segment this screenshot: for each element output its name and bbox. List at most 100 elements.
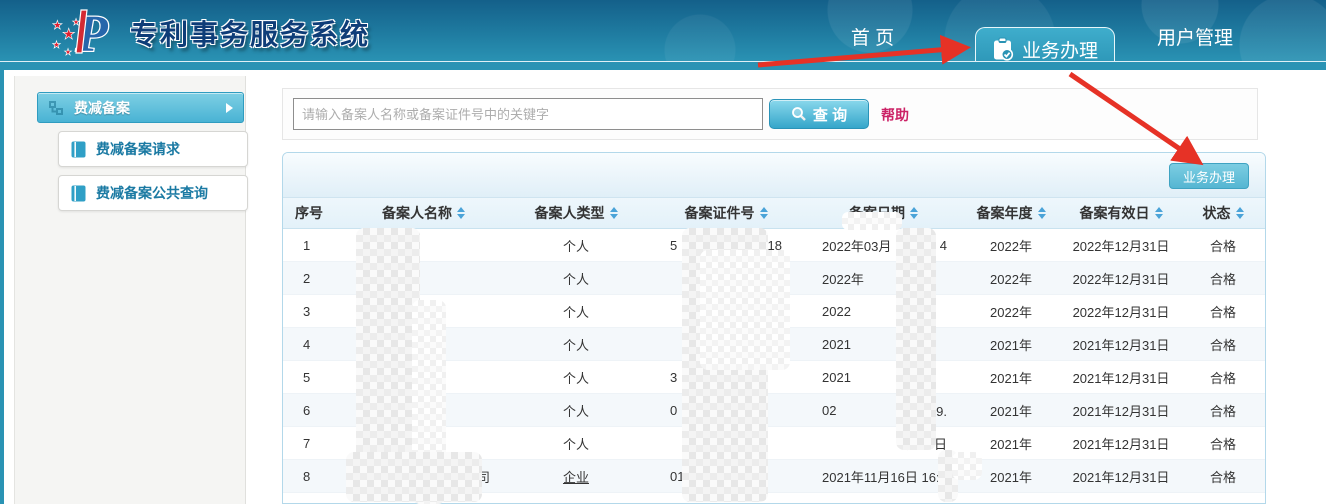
cell-date: 2022年03月 4 — [806, 236, 961, 255]
sort-icon[interactable] — [610, 207, 618, 219]
cell-status: 合格 — [1181, 401, 1265, 420]
cell-seq: 4 — [283, 337, 341, 352]
cell-date: 02月19. — [806, 401, 961, 420]
column-header-备案人名称[interactable]: 备案人名称 — [341, 203, 506, 223]
cell-valid: 2021年12月31日 — [1061, 467, 1181, 486]
app-header: P ★ ★ ★ ★ ★ 专利事务服务系统 首 页 业务办理 用户管理 — [0, 0, 1326, 62]
cell-status: 合格 — [1181, 434, 1265, 453]
table-header-row: 序号 备案人名称 备案人类型 备案证件号 备案日期 备案年度 备案有效日 状态 — [283, 198, 1265, 229]
cell-year: 2022年 — [961, 302, 1061, 321]
redaction-blob — [842, 212, 902, 230]
nav-tab-user[interactable]: 用户管理 — [1135, 0, 1255, 62]
search-panel: 查 询 帮助 — [282, 88, 1258, 140]
cell-date: 2022年 — [806, 269, 961, 288]
cell-valid: 2021年12月31日 — [1061, 500, 1181, 504]
cell-type: 个人 — [506, 401, 646, 420]
cell-status: 合格 — [1181, 500, 1265, 504]
cell-type: 个人 — [506, 236, 646, 255]
sort-icon[interactable] — [1236, 207, 1244, 219]
column-header-备案证件号[interactable]: 备案证件号 — [646, 203, 806, 223]
cell-year: 2021年 — [961, 434, 1061, 453]
page-title: 专利事务服务系统 — [130, 13, 370, 53]
cell-valid: 2022年12月31日 — [1061, 302, 1181, 321]
sidebar-item-fee-reduction-request[interactable]: 费减备案请求 — [58, 131, 248, 167]
cell-status: 合格 — [1181, 467, 1265, 486]
svg-text:★: ★ — [62, 26, 75, 43]
redaction-blob — [896, 228, 936, 450]
cell-type: 个人 — [506, 335, 646, 354]
cell-valid: 2022年12月31日 — [1061, 269, 1181, 288]
cell-seq: 5 — [283, 370, 341, 385]
cell-status: 合格 — [1181, 236, 1265, 255]
cell-fragment: 02 — [822, 403, 836, 418]
nav-tab-home[interactable]: 首 页 — [830, 0, 915, 62]
business-handle-button[interactable]: 业务办理 — [1169, 163, 1249, 189]
svg-text:★: ★ — [52, 40, 61, 51]
cell-year: 2022年 — [961, 236, 1061, 255]
cell-fragment: 2021年11月16日 16: — [822, 467, 940, 486]
cell-fragment: 0 — [670, 403, 677, 418]
cell-fragment: 3 — [670, 370, 677, 385]
column-header-备案有效日[interactable]: 备案有效日 — [1061, 203, 1181, 223]
redaction-blob — [346, 452, 482, 502]
search-button[interactable]: 查 询 — [769, 99, 869, 129]
cell-fragment: 2022 — [822, 304, 851, 319]
magnifier-icon — [791, 106, 807, 122]
cell-seq: 1 — [283, 238, 341, 253]
column-header-状态[interactable]: 状态 — [1181, 203, 1265, 223]
cell-seq: 7 — [283, 436, 341, 451]
cell-status: 合格 — [1181, 302, 1265, 321]
sort-icon[interactable] — [760, 207, 768, 219]
sort-icon[interactable] — [910, 207, 918, 219]
sort-icon[interactable] — [1155, 207, 1163, 219]
cell-fragment: 2021 — [822, 337, 851, 352]
cell-type: 个人 — [506, 302, 646, 321]
panel-toolbar: 业务办理 — [283, 153, 1265, 198]
cell-seq: 8 — [283, 469, 341, 484]
column-header-备案人类型[interactable]: 备案人类型 — [506, 203, 646, 223]
cell-fragment: 2021年11月11日 16: — [822, 500, 939, 504]
sidebar-item-fee-reduction-public-query[interactable]: 费减备案公共查询 — [58, 175, 248, 211]
column-header-序号: 序号 — [283, 203, 341, 223]
svg-text:★: ★ — [64, 47, 72, 57]
book-icon — [71, 141, 86, 158]
sidebar-menu-fee-reduction[interactable]: 费减备案 — [37, 92, 244, 123]
nav-tab-business-active[interactable]: 业务办理 — [975, 27, 1115, 62]
cell-year: 2021年 — [961, 368, 1061, 387]
cell-type: 个人 — [506, 500, 646, 504]
cell-year: 2022年 — [961, 269, 1061, 288]
left-edge-line — [0, 70, 4, 504]
cell-valid: 2021年12月31日 — [1061, 368, 1181, 387]
clipboard-check-icon — [992, 37, 1014, 61]
cell-date: 2022 — [806, 304, 961, 319]
flow-icon — [48, 100, 64, 116]
cell-status: 合格 — [1181, 269, 1265, 288]
cell-status: 合格 — [1181, 335, 1265, 354]
cell-valid: 2021年12月31日 — [1061, 434, 1181, 453]
book-icon — [71, 185, 86, 202]
cell-date: 2021 — [806, 337, 961, 352]
cell-seq: 6 — [283, 403, 341, 418]
cell-fragment: 4 — [940, 238, 947, 253]
sort-icon[interactable] — [457, 207, 465, 219]
cell-valid: 2021年12月31日 — [1061, 335, 1181, 354]
column-header-备案年度[interactable]: 备案年度 — [961, 203, 1061, 223]
cell-type: 企业 — [506, 467, 646, 486]
header-bottom-strip — [0, 61, 1326, 70]
cell-fragment: 5 — [670, 238, 677, 253]
chevron-right-icon — [226, 103, 233, 113]
cell-valid: 2022年12月31日 — [1061, 236, 1181, 255]
cell-date: 2021 — [806, 370, 961, 385]
cell-fragment: 2022年03月 — [822, 236, 891, 255]
search-input[interactable] — [293, 98, 763, 130]
sort-icon[interactable] — [1038, 207, 1046, 219]
cell-status: 合格 — [1181, 368, 1265, 387]
cell-seq: 3 — [283, 304, 341, 319]
cell-year: 2021年 — [961, 335, 1061, 354]
cell-date: 月18日 — [806, 434, 961, 453]
cell-year: 2021年 — [961, 401, 1061, 420]
cell-fragment: 2021 — [822, 370, 851, 385]
help-link[interactable]: 帮助 — [881, 105, 909, 125]
redaction-blob — [700, 250, 790, 370]
cell-fragment: 2022年 — [822, 269, 864, 288]
